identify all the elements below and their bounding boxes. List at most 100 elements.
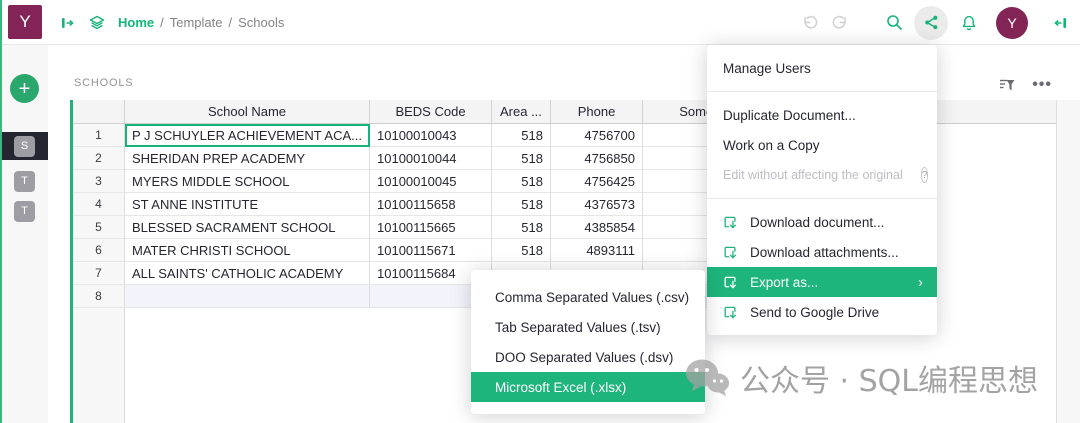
cell-school-name[interactable]: BLESSED SACRAMENT SCHOOL: [125, 216, 370, 239]
menu-item-label: Export as...: [750, 275, 818, 290]
menu-divider: [707, 91, 937, 92]
submenu-item-xlsx[interactable]: Microsoft Excel (.xlsx): [471, 372, 705, 402]
table-title: SCHOOLS: [74, 77, 133, 89]
table-toolbar: •••: [998, 76, 1052, 94]
download-icon: [723, 305, 738, 320]
cell-area[interactable]: 518: [492, 239, 551, 262]
submenu-item-csv[interactable]: Comma Separated Values (.csv): [471, 282, 705, 312]
topbar-actions: Y: [801, 0, 1068, 45]
menu-item-work-on-copy[interactable]: Work on a Copy: [707, 130, 937, 160]
submenu-item-dsv[interactable]: DOO Separated Values (.dsv): [471, 342, 705, 372]
menu-divider: [707, 198, 937, 199]
sidebar-item-s[interactable]: S: [0, 132, 48, 160]
undo-icon[interactable]: [801, 14, 819, 32]
menu-item-label: Download document...: [750, 215, 884, 230]
column-header-beds-code[interactable]: BEDS Code: [370, 100, 492, 124]
watermark: 公众号 · SQL编程思想: [684, 356, 1038, 400]
redo-icon[interactable]: [831, 14, 849, 32]
user-avatar[interactable]: Y: [996, 7, 1028, 39]
column-header-area-code[interactable]: Area ...: [492, 100, 551, 124]
sidebar-item-badge: S: [14, 136, 35, 157]
cell-school-name-selected[interactable]: P J SCHUYLER ACHIEVEMENT ACA...: [125, 124, 370, 147]
menu-item-edit-without-affecting: Edit without affecting the original ?: [707, 160, 937, 190]
grid-left-accent-bar: [70, 100, 73, 423]
cell-area[interactable]: 518: [492, 216, 551, 239]
sidebar-item-t1[interactable]: T: [0, 167, 48, 195]
cell-phone[interactable]: 4756850: [551, 147, 643, 170]
cell-area[interactable]: 518: [492, 170, 551, 193]
breadcrumb: Home / Template / Schools: [60, 0, 284, 45]
cell-beds[interactable]: 10100010045: [370, 170, 492, 193]
column-header-school-name[interactable]: School Name: [125, 100, 370, 124]
cell-school-name[interactable]: MATER CHRISTI SCHOOL: [125, 239, 370, 262]
row-number[interactable]: 3: [73, 170, 125, 193]
cell-beds[interactable]: 10100010044: [370, 147, 492, 170]
cell-school-name[interactable]: MYERS MIDDLE SCHOOL: [125, 170, 370, 193]
download-icon: [723, 275, 738, 290]
cell-phone[interactable]: 4756425: [551, 170, 643, 193]
notifications-bell-icon[interactable]: [960, 14, 978, 32]
export-submenu: Comma Separated Values (.csv) Tab Separa…: [471, 270, 705, 414]
search-icon[interactable]: [885, 13, 904, 32]
share-menu: Manage Users Duplicate Document... Work …: [707, 45, 937, 335]
row-number[interactable]: 8: [73, 285, 125, 308]
corner-header-cell[interactable]: [73, 100, 125, 124]
download-icon: [723, 215, 738, 230]
row-number[interactable]: 6: [73, 239, 125, 262]
submenu-item-tsv[interactable]: Tab Separated Values (.tsv): [471, 312, 705, 342]
row-number[interactable]: 2: [73, 147, 125, 170]
page-right-margin: [1056, 100, 1080, 423]
cell-school-name[interactable]: [125, 285, 370, 308]
menu-item-download-document[interactable]: Download document...: [707, 207, 937, 237]
help-question-icon[interactable]: ?: [921, 167, 929, 183]
cell-area[interactable]: 518: [492, 147, 551, 170]
cell-phone[interactable]: 4376573: [551, 193, 643, 216]
open-sidebar-icon[interactable]: [60, 15, 76, 31]
cell-school-name[interactable]: ALL SAINTS' CATHOLIC ACADEMY: [125, 262, 370, 285]
menu-item-download-attachments[interactable]: Download attachments...: [707, 237, 937, 267]
menu-item-duplicate-document[interactable]: Duplicate Document...: [707, 100, 937, 130]
cell-beds[interactable]: 10100115658: [370, 193, 492, 216]
sidebar-item-badge: T: [14, 201, 35, 222]
menu-item-export-as[interactable]: Export as... ›: [707, 267, 937, 297]
breadcrumb-home-link[interactable]: Home: [118, 15, 154, 30]
row-number[interactable]: 5: [73, 216, 125, 239]
table-more-menu-icon[interactable]: •••: [1032, 76, 1052, 94]
sidebar-item-t2[interactable]: T: [0, 197, 48, 225]
row-number[interactable]: 7: [73, 262, 125, 285]
row-number[interactable]: 4: [73, 193, 125, 216]
cell-beds[interactable]: 10100115665: [370, 216, 492, 239]
cell-school-name[interactable]: ST ANNE INSTITUTE: [125, 193, 370, 216]
cell-phone[interactable]: 4385854: [551, 216, 643, 239]
add-new-button[interactable]: +: [10, 74, 39, 103]
column-header-phone[interactable]: Phone: [551, 100, 643, 124]
menu-item-manage-users[interactable]: Manage Users: [707, 53, 937, 83]
collapse-panel-icon[interactable]: [1052, 15, 1068, 31]
top-bar: Y Home / Template / Schools: [0, 0, 1080, 45]
sort-filter-icon[interactable]: [998, 77, 1016, 93]
row-number[interactable]: 1: [73, 124, 125, 147]
menu-item-label: Send to Google Drive: [750, 305, 879, 320]
menu-item-label: Edit without affecting the original: [723, 168, 903, 182]
cell-phone[interactable]: 4893111: [551, 239, 643, 262]
cell-phone[interactable]: 4756700: [551, 124, 643, 147]
breadcrumb-separator: /: [229, 15, 233, 30]
cell-area[interactable]: 518: [492, 124, 551, 147]
download-icon: [723, 245, 738, 260]
sidebar-item-badge: T: [14, 171, 35, 192]
left-sidebar: + S T T: [0, 45, 48, 423]
wechat-icon: [684, 357, 730, 399]
cell-school-name[interactable]: SHERIDAN PREP ACADEMY: [125, 147, 370, 170]
menu-item-send-to-google-drive[interactable]: Send to Google Drive: [707, 297, 937, 327]
cell-beds[interactable]: 10100115671: [370, 239, 492, 262]
cell-area[interactable]: 518: [492, 193, 551, 216]
app-edge-accent: [0, 0, 2, 423]
watermark-text: 公众号 · SQL编程思想: [740, 356, 1038, 400]
share-icon: [923, 14, 940, 31]
cell-beds[interactable]: 10100010043: [370, 124, 492, 147]
share-button[interactable]: [914, 6, 948, 40]
breadcrumb-separator: /: [160, 15, 164, 30]
org-logo[interactable]: Y: [8, 5, 42, 39]
menu-item-label: Duplicate Document...: [723, 108, 856, 123]
breadcrumb-template-link[interactable]: Template: [170, 15, 223, 30]
